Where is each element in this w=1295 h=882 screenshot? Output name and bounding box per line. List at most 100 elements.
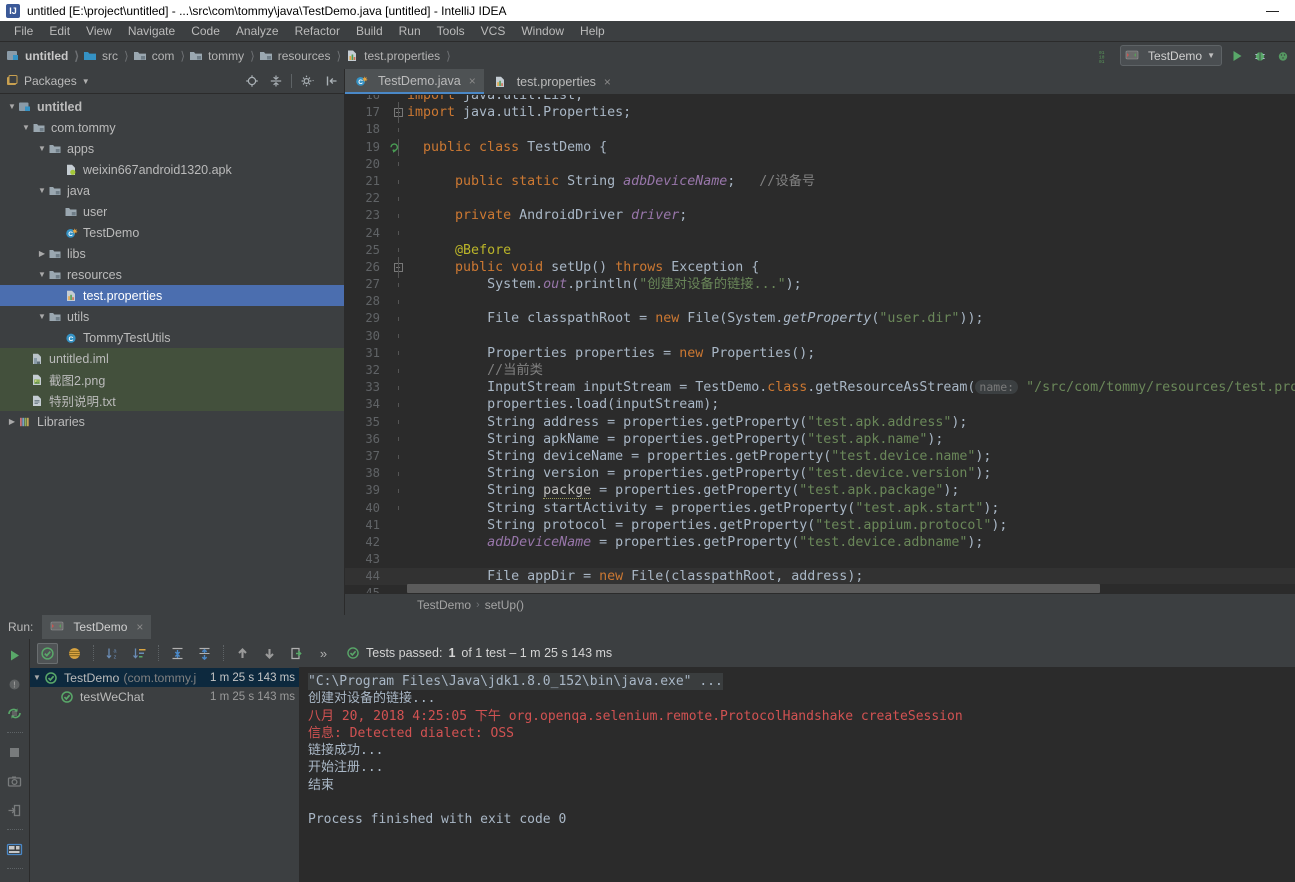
expand-arrow-icon[interactable]: ▼	[36, 270, 48, 279]
menu-item-edit[interactable]: Edit	[41, 22, 78, 40]
console-output[interactable]: "C:\Program Files\Java\jdk1.8.0_152\bin\…	[300, 667, 1295, 882]
breadcrumb-tommy[interactable]: tommy ⟩	[189, 49, 259, 63]
code-line[interactable]: 43	[345, 551, 1295, 568]
code-line[interactable]: 17− import java.util.Properties;	[345, 102, 1295, 124]
run-coverage-button[interactable]	[1274, 47, 1291, 64]
menu-item-navigate[interactable]: Navigate	[120, 22, 183, 40]
breadcrumb-resources[interactable]: resources ⟩	[259, 49, 345, 63]
code-line[interactable]: 44 File appDir = new File(classpathRoot,…	[345, 568, 1295, 586]
screenshot-icon[interactable]	[5, 771, 25, 791]
code-line[interactable]: 19 public class TestDemo {	[345, 138, 1295, 156]
export-results-icon[interactable]	[286, 643, 307, 664]
tree-item-apps[interactable]: ▼ apps	[0, 138, 344, 159]
code-line[interactable]: 24	[345, 225, 1295, 242]
tree-item-libraries[interactable]: ▶ Libraries	[0, 411, 344, 432]
breadcrumb-src[interactable]: src ⟩	[83, 49, 133, 63]
show-ignored-icon[interactable]	[64, 643, 85, 664]
project-tree[interactable]: ▼ untitled ▼ com.tommy ▼ apps weixin667a…	[0, 94, 344, 615]
expand-arrow-icon[interactable]: ▼	[30, 673, 44, 682]
chevron-down-icon[interactable]: ▼	[82, 77, 90, 86]
layout-icon[interactable]	[5, 839, 25, 859]
code-line[interactable]: 28	[345, 293, 1295, 310]
tab-testdemo-java[interactable]: C TestDemo.java ×	[345, 69, 484, 94]
code-line[interactable]: 23 private AndroidDriver driver;	[345, 207, 1295, 224]
menu-item-tools[interactable]: Tools	[429, 22, 473, 40]
code-line[interactable]: 37 String deviceName = properties.getPro…	[345, 448, 1295, 465]
tab-test-properties[interactable]: test.properties ×	[484, 69, 619, 94]
code-line[interactable]: 16 import java.util.List;	[345, 95, 1295, 104]
tree-item-libs[interactable]: ▶ libs	[0, 243, 344, 264]
tree-item-com-tommy[interactable]: ▼ com.tommy	[0, 117, 344, 138]
minimize-button[interactable]: —	[1250, 0, 1295, 21]
tree-item-user[interactable]: user	[0, 201, 344, 222]
code-line[interactable]: 29 File classpathRoot = new File(System.…	[345, 310, 1295, 327]
collapse-all-icon[interactable]	[194, 643, 215, 664]
export-icon[interactable]	[5, 800, 25, 820]
rerun-auto-icon[interactable]	[5, 703, 25, 723]
test-tree-row-testdemo[interactable]: ▼ TestDemo (com.tommy.j 1 m 25 s 143 ms	[30, 668, 299, 687]
menu-item-run[interactable]: Run	[391, 22, 429, 40]
code-line[interactable]: 27 System.out.println("创建对设备的链接...");	[345, 276, 1295, 293]
expand-all-icon[interactable]	[167, 643, 188, 664]
stop-icon[interactable]	[5, 742, 25, 762]
code-fold-icon[interactable]: −	[389, 256, 407, 279]
close-icon[interactable]: ×	[136, 620, 143, 634]
tree-item-untitled-iml[interactable]: untitled.iml	[0, 348, 344, 369]
tree-item-test-properties[interactable]: test.properties	[0, 285, 344, 306]
rerun-failed-icon[interactable]: !	[5, 674, 25, 694]
expand-arrow-icon[interactable]: ▼	[20, 123, 32, 132]
code-fold-icon[interactable]: −	[389, 102, 407, 124]
locate-icon[interactable]	[243, 73, 260, 90]
tree-item-readme-txt[interactable]: 特别说明.txt	[0, 390, 344, 411]
tree-item-weixin-apk[interactable]: weixin667android1320.apk	[0, 159, 344, 180]
breadcrumb-com[interactable]: com ⟩	[133, 49, 189, 63]
tree-item-untitled[interactable]: ▼ untitled	[0, 96, 344, 117]
code-line[interactable]: 31 Properties properties = new Propertie…	[345, 345, 1295, 362]
editor-horizontal-scrollbar[interactable]	[407, 584, 1295, 593]
hide-icon[interactable]	[323, 73, 340, 90]
close-icon[interactable]: ×	[604, 75, 611, 89]
menu-item-help[interactable]: Help	[572, 22, 613, 40]
code-line[interactable]: 26− public void setUp() throws Exception…	[345, 256, 1295, 279]
run-tab-testdemo[interactable]: TestDemo ×	[42, 615, 152, 639]
collapse-arrow-icon[interactable]: ▶	[36, 249, 48, 258]
collapse-all-icon[interactable]	[267, 73, 284, 90]
code-line[interactable]: 21 public static String adbDeviceName; /…	[345, 173, 1295, 190]
expand-arrow-icon[interactable]: ▼	[36, 312, 48, 321]
editor-viewport[interactable]: 16 import java.util.List; 17− import java.u…	[345, 95, 1295, 593]
code-line[interactable]: 33 InputStream inputStream = TestDemo.cl…	[345, 379, 1295, 396]
show-passed-icon[interactable]	[37, 642, 58, 664]
run-configuration-selector[interactable]: TestDemo ▼	[1120, 45, 1222, 66]
breadcrumb-method[interactable]: setUp()	[485, 598, 524, 612]
menu-item-analyze[interactable]: Analyze	[228, 22, 287, 40]
code-line[interactable]: 32 //当前类	[345, 362, 1295, 379]
expand-arrow-icon[interactable]: ▼	[6, 102, 18, 111]
menu-item-build[interactable]: Build	[348, 22, 391, 40]
tree-item-testdemo[interactable]: C TestDemo	[0, 222, 344, 243]
expand-arrow-icon[interactable]: ▼	[36, 186, 48, 195]
tree-item-java[interactable]: ▼ java	[0, 180, 344, 201]
settings-pin-icon[interactable]	[5, 878, 25, 882]
more-icon[interactable]: »	[313, 643, 334, 664]
breadcrumb-test-properties[interactable]: test.properties ⟩	[345, 49, 455, 63]
tree-item-screenshot-png[interactable]: 截图2.png	[0, 369, 344, 390]
tree-item-tommytestutils[interactable]: C TommyTestUtils	[0, 327, 344, 348]
menu-item-view[interactable]: View	[78, 22, 120, 40]
breadcrumb-class[interactable]: TestDemo	[417, 598, 471, 612]
code-line[interactable]: 25 @Before	[345, 242, 1295, 259]
menu-item-code[interactable]: Code	[183, 22, 228, 40]
menu-item-vcs[interactable]: VCS	[473, 22, 514, 40]
code-line[interactable]: 39 String packge = properties.getPropert…	[345, 482, 1295, 500]
collapse-arrow-icon[interactable]: ▶	[6, 417, 18, 426]
breadcrumb-untitled[interactable]: untitled ⟩	[6, 49, 83, 63]
prev-failed-icon[interactable]	[232, 643, 253, 664]
scrollbar-thumb[interactable]	[407, 584, 1100, 593]
code-line[interactable]: 34 properties.load(inputStream);	[345, 396, 1295, 413]
close-icon[interactable]: ×	[469, 74, 476, 88]
menu-item-file[interactable]: File	[6, 22, 41, 40]
code-line[interactable]: 41 String protocol = properties.getPrope…	[345, 517, 1295, 534]
debug-button[interactable]	[1251, 47, 1268, 64]
expand-arrow-icon[interactable]: ▼	[36, 144, 48, 153]
code-line[interactable]: 22	[345, 190, 1295, 207]
tree-item-resources[interactable]: ▼ resources	[0, 264, 344, 285]
